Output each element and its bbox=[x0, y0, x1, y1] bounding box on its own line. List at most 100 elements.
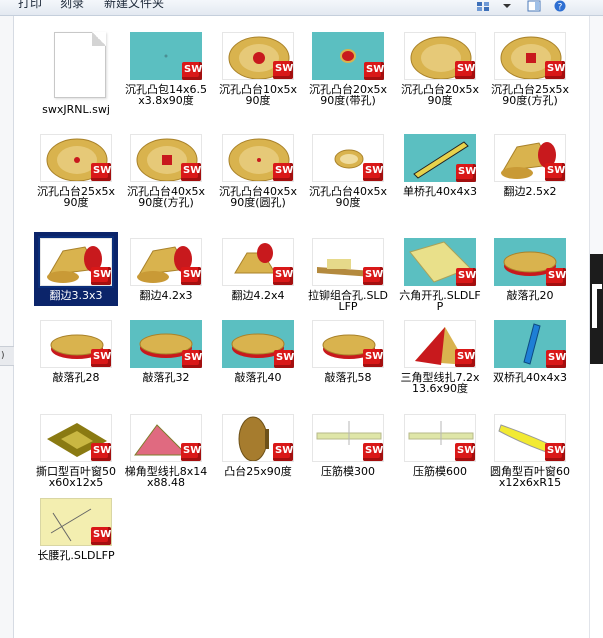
preview-pane-icon[interactable] bbox=[527, 0, 541, 12]
file-item[interactable]: SW 沉孔凸台10x5x90度 bbox=[216, 32, 300, 128]
file-item[interactable]: SW 凸台25x90度 bbox=[216, 414, 300, 510]
solidworks-icon: SW bbox=[546, 268, 566, 286]
solidworks-icon: SW bbox=[545, 443, 565, 461]
file-name-label: swxJRNL.swj bbox=[42, 103, 110, 116]
svg-text:?: ? bbox=[558, 3, 563, 13]
file-item[interactable]: SW 沉孔凸台20x5x90度 bbox=[398, 32, 482, 128]
file-name-label: 双桥孔40x4x3 bbox=[492, 371, 567, 384]
file-name-label: 凸台25x90度 bbox=[224, 465, 292, 478]
new-folder-button[interactable]: 新建文件夹 bbox=[104, 0, 164, 11]
solidworks-icon: SW bbox=[91, 349, 111, 367]
file-name-label: 沉孔凸台10x5x90度 bbox=[218, 83, 297, 107]
file-item[interactable]: SW 撕口型百叶窗50x60x12x5 bbox=[34, 414, 118, 510]
file-item[interactable]: SW 单桥孔40x4x3 bbox=[398, 134, 482, 230]
solidworks-icon: SW bbox=[456, 268, 476, 286]
file-item[interactable]: SW 敲落孔28 bbox=[34, 320, 118, 416]
file-item[interactable]: SW 沉孔凸台40x5x90度 bbox=[306, 134, 390, 230]
file-name-label: 沉孔凸台20x5x90度 bbox=[400, 83, 479, 107]
burn-button[interactable]: 刻录 bbox=[60, 0, 84, 11]
solidworks-icon: SW bbox=[273, 163, 293, 181]
file-name-label: 敲落孔58 bbox=[324, 371, 372, 384]
file-name-label: 翻边4.2x4 bbox=[231, 289, 285, 302]
adjacent-window-edge bbox=[589, 16, 603, 638]
file-thumbnail: SW bbox=[312, 32, 384, 80]
solidworks-icon: SW bbox=[182, 62, 202, 80]
file-thumbnail: SW bbox=[312, 134, 384, 182]
file-item[interactable]: SW 沉孔凸台40x5x90度(方孔) bbox=[124, 134, 208, 230]
solidworks-icon: SW bbox=[545, 163, 565, 181]
file-item[interactable]: SW 长腰孔.SLDLFP bbox=[34, 498, 118, 594]
file-name-label: 敲落孔32 bbox=[142, 371, 190, 384]
file-name-label: 沉孔凸台40x5x90度 bbox=[308, 185, 387, 209]
solidworks-icon: SW bbox=[546, 350, 566, 368]
chevron-down-icon[interactable] bbox=[500, 0, 514, 12]
file-name-label: 长腰孔.SLDLFP bbox=[37, 549, 115, 562]
file-item[interactable]: swxJRNL.swj bbox=[34, 32, 118, 128]
file-item[interactable]: SW 敲落孔32 bbox=[124, 320, 208, 416]
file-name-label: 沉孔凸台20x5x90度(带孔) bbox=[308, 83, 387, 107]
file-name-label: 六角开孔.SLDLFP bbox=[399, 289, 481, 313]
solidworks-icon: SW bbox=[455, 349, 475, 367]
file-item[interactable]: SW 敲落孔58 bbox=[306, 320, 390, 416]
file-name-label: 敲落孔40 bbox=[234, 371, 282, 384]
file-item[interactable]: SW 翻边2.5x2 bbox=[488, 134, 572, 230]
file-thumbnail: SW bbox=[404, 238, 476, 286]
solidworks-icon: SW bbox=[363, 163, 383, 181]
file-item[interactable]: SW 沉孔凸台25x5x90度(方孔) bbox=[488, 32, 572, 128]
file-thumbnail: SW bbox=[40, 414, 112, 462]
file-item[interactable]: SW 圆角型百叶窗60x12x6xR15 bbox=[488, 414, 572, 510]
document-icon bbox=[54, 32, 106, 98]
solidworks-icon: SW bbox=[181, 163, 201, 181]
file-item[interactable]: SW 压筋模300 bbox=[306, 414, 390, 510]
solidworks-icon: SW bbox=[273, 267, 293, 285]
file-thumbnail: SW bbox=[222, 134, 294, 182]
nav-item-selected[interactable]: ) bbox=[0, 346, 14, 366]
file-name-label: 拉铆组合孔.SLDLFP bbox=[307, 289, 389, 313]
solidworks-icon: SW bbox=[273, 61, 293, 79]
file-item[interactable]: SW 沉孔凸台25x5x90度 bbox=[34, 134, 118, 230]
file-thumbnail: SW bbox=[130, 134, 202, 182]
file-thumbnail: SW bbox=[130, 414, 202, 462]
file-thumbnail: SW bbox=[40, 320, 112, 368]
file-thumbnail: SW bbox=[404, 134, 476, 182]
navigation-pane-edge[interactable]: ) bbox=[0, 16, 14, 638]
file-item[interactable]: SW 三角型线扎7.2x13.6x90度 bbox=[398, 320, 482, 416]
file-item[interactable]: SW 沉孔凸台40x5x90度(圆孔) bbox=[216, 134, 300, 230]
file-name-label: 敲落孔20 bbox=[506, 289, 554, 302]
file-item[interactable]: SW 双桥孔40x4x3 bbox=[488, 320, 572, 416]
solidworks-icon: SW bbox=[363, 267, 383, 285]
file-thumbnail: SW bbox=[404, 414, 476, 462]
file-thumbnail: SW bbox=[494, 134, 566, 182]
solidworks-icon: SW bbox=[363, 349, 383, 367]
file-thumbnail: SW bbox=[130, 32, 202, 80]
solidworks-icon: SW bbox=[363, 443, 383, 461]
file-item[interactable]: SW 压筋模600 bbox=[398, 414, 482, 510]
file-name-label: 沉孔凸台40x5x90度(圆孔) bbox=[218, 185, 297, 209]
file-item[interactable]: SW 沉孔凸包14x6.5x3.8x90度 bbox=[124, 32, 208, 128]
help-icon[interactable]: ? bbox=[553, 0, 567, 12]
solidworks-icon: SW bbox=[273, 443, 293, 461]
file-name-label: 沉孔凸台25x5x90度(方孔) bbox=[490, 83, 569, 107]
solidworks-icon: SW bbox=[91, 527, 111, 545]
solidworks-icon: SW bbox=[91, 267, 111, 285]
file-thumbnail: SW bbox=[494, 238, 566, 286]
file-thumbnail: SW bbox=[222, 414, 294, 462]
print-button[interactable]: 打印 bbox=[18, 0, 42, 11]
file-name-label: 翻边3.3x3 bbox=[49, 289, 103, 302]
solidworks-icon: SW bbox=[91, 443, 111, 461]
solidworks-icon: SW bbox=[455, 443, 475, 461]
view-options-icon[interactable] bbox=[476, 0, 490, 12]
solidworks-icon: SW bbox=[182, 350, 202, 368]
file-thumbnail: SW bbox=[312, 414, 384, 462]
file-thumbnail: SW bbox=[404, 320, 476, 368]
solidworks-icon: SW bbox=[545, 61, 565, 79]
file-thumbnail: SW bbox=[494, 414, 566, 462]
file-name-label: 单桥孔40x4x3 bbox=[402, 185, 477, 198]
explorer-window: 打印 刻录 新建文件夹 ? ) swxJRNL.swj SW 沉孔凸包14x6.5… bbox=[0, 0, 603, 638]
file-thumbnail: SW bbox=[222, 320, 294, 368]
file-thumbnail: SW bbox=[38, 236, 114, 288]
file-item[interactable]: SW 梯角型线扎8x14x88.48 bbox=[124, 414, 208, 510]
file-item[interactable]: SW 沉孔凸台20x5x90度(带孔) bbox=[306, 32, 390, 128]
file-item[interactable]: SW 敲落孔40 bbox=[216, 320, 300, 416]
file-thumbnail: SW bbox=[130, 238, 202, 286]
